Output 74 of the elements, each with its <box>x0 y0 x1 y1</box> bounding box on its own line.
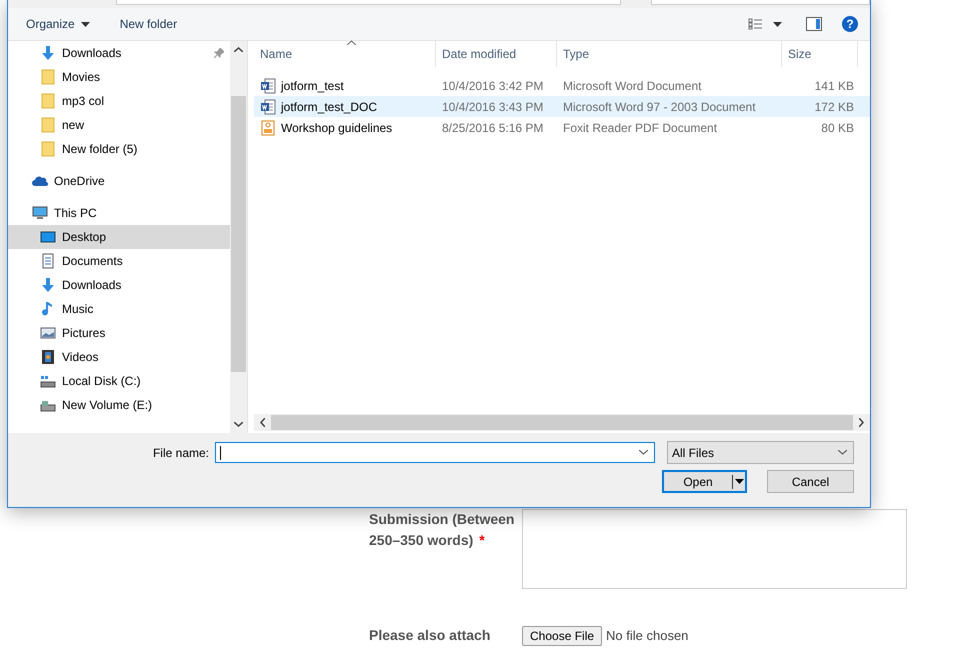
download-icon <box>40 277 56 293</box>
dropdown-icon <box>639 450 648 455</box>
scroll-down-icon[interactable] <box>234 422 243 427</box>
nav-item[interactable]: Music <box>8 297 230 321</box>
column-header[interactable]: Size <box>782 41 858 67</box>
nav-item[interactable]: Videos <box>8 345 230 369</box>
organize-button[interactable]: Organize <box>20 14 96 34</box>
nav-item[interactable]: Downloads <box>8 273 230 297</box>
column-header[interactable]: Date modified <box>436 41 557 67</box>
new-folder-button[interactable]: New folder <box>114 14 184 34</box>
file-name: Workshop guidelines <box>281 120 392 134</box>
nav-item[interactable]: new <box>8 113 230 137</box>
nav-item[interactable]: mp3 col <box>8 89 230 113</box>
file-date: 10/4/2016 3:43 PM <box>441 100 544 114</box>
choose-file-button[interactable]: Choose File <box>522 626 602 646</box>
nav-item[interactable]: This PC <box>8 201 230 225</box>
column-header[interactable]: Type <box>557 41 782 67</box>
file-row[interactable]: Workshop guidelines 8/25/2016 5:16 PM Foxit Reader PDF Document 80 KB <box>254 117 870 138</box>
word-document-icon <box>260 78 276 94</box>
pictures-icon <box>40 325 56 341</box>
scroll-up-icon[interactable] <box>234 47 243 52</box>
column-header[interactable]: Name <box>254 41 436 67</box>
nav-item[interactable]: Documents <box>8 249 230 273</box>
scrollbar-thumb[interactable] <box>271 415 853 430</box>
caret-icon <box>734 479 744 484</box>
file-row[interactable]: jotform_test 10/4/2016 3:42 PM Microsoft Word Document 141 KB <box>254 75 870 96</box>
nav-item[interactable]: Desktop <box>8 225 230 249</box>
nav-item[interactable]: Local Disk (C:) <box>8 369 230 393</box>
file-size: 141 KB <box>814 78 855 92</box>
folder-icon <box>40 117 56 133</box>
file-name-field[interactable] <box>215 442 655 463</box>
folder-icon <box>40 69 56 85</box>
nav-item[interactable]: Movies <box>8 65 230 89</box>
preview-pane-icon[interactable] <box>806 17 822 31</box>
file-type: Microsoft Word Document <box>562 78 702 92</box>
caret-icon <box>80 22 90 26</box>
file-name: jotform_test <box>281 78 344 92</box>
file-name: jotform_test_DOC <box>281 100 378 114</box>
file-size: 80 KB <box>820 120 855 134</box>
attach-label: Please also attach <box>369 626 492 645</box>
nav-item[interactable]: New Volume (E:) <box>8 393 230 417</box>
desktop-icon <box>40 229 56 245</box>
nav-item[interactable]: Downloads <box>8 41 230 65</box>
help-icon[interactable]: ? <box>842 16 858 32</box>
no-file-text: No file chosen <box>606 628 688 643</box>
submission-label: Submission (Between 250–350 words) * <box>369 510 516 550</box>
scroll-right-icon[interactable] <box>859 418 864 427</box>
documents-icon <box>40 253 56 269</box>
chevron-down-icon <box>838 450 847 455</box>
pdf-document-icon <box>260 120 276 136</box>
download-icon <box>40 45 56 61</box>
folder-icon <box>40 93 56 109</box>
file-name-label: File name: <box>152 446 209 460</box>
folder-icon <box>40 141 56 157</box>
scroll-left-icon[interactable] <box>260 418 265 427</box>
file-type: Foxit Reader PDF Document <box>562 120 718 134</box>
disk-icon <box>40 373 56 389</box>
file-date: 8/25/2016 5:16 PM <box>441 120 544 134</box>
nav-item[interactable]: New folder (5) <box>8 137 230 161</box>
file-date: 10/4/2016 3:42 PM <box>441 78 544 92</box>
nav-item[interactable]: OneDrive <box>8 169 230 193</box>
scrollbar-thumb[interactable] <box>231 96 246 372</box>
file-type: Microsoft Word 97 - 2003 Document <box>562 100 757 114</box>
file-size: 172 KB <box>814 100 855 114</box>
pc-icon <box>32 205 48 221</box>
file-row[interactable]: jotform_test_DOC 10/4/2016 3:43 PM Microsoft Word 97 - 2003 Document 172 KB <box>254 96 870 117</box>
word-document-icon <box>260 98 276 114</box>
sort-icon <box>347 40 356 45</box>
cancel-button[interactable]: Cancel <box>767 470 854 493</box>
file-type-dropdown[interactable]: All Files <box>667 441 854 464</box>
nav-item[interactable]: Pictures <box>8 321 230 345</box>
videos-icon <box>40 349 56 365</box>
open-button[interactable]: Open <box>662 470 747 493</box>
view-options-icon[interactable] <box>748 18 782 30</box>
